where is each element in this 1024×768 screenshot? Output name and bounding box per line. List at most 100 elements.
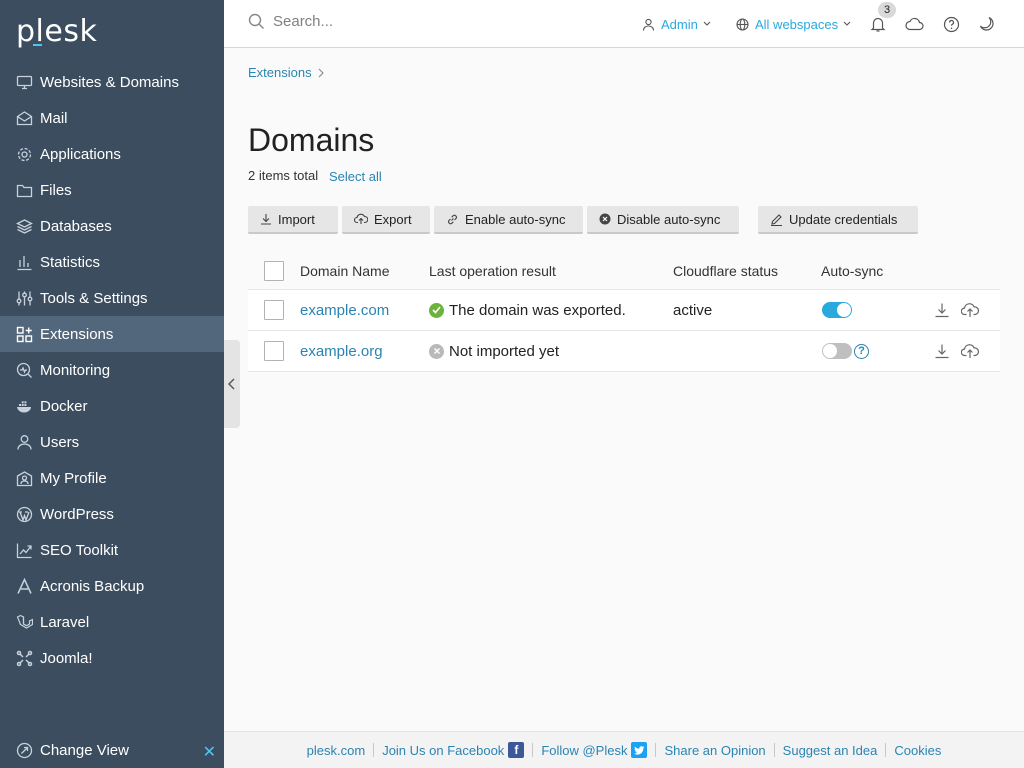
sidebar-collapse-toggle[interactable] <box>224 340 240 428</box>
wordpress-icon <box>16 506 33 523</box>
sidebar-item-joomla[interactable]: Joomla! <box>0 640 224 676</box>
footer-link-idea[interactable]: Suggest an Idea <box>783 743 878 758</box>
cloud-button[interactable] <box>904 14 924 34</box>
enable-autosync-button[interactable]: Enable auto-sync <box>434 206 583 234</box>
chevron-right-icon <box>318 68 324 77</box>
domain-link[interactable]: example.org <box>300 331 383 371</box>
sidebar-item-label: Mail <box>40 109 68 127</box>
cloudflare-status: active <box>673 301 713 319</box>
last-operation-cell: The domain was exported. <box>429 290 626 330</box>
sidebar-item-label: SEO Toolkit <box>40 541 119 559</box>
sidebar-item-label: Laravel <box>40 613 90 631</box>
sidebar-item-databases[interactable]: Databases <box>0 208 224 244</box>
sidebar-item-label: Docker <box>40 397 88 415</box>
admin-menu[interactable]: Admin <box>642 0 711 48</box>
autosync-toggle[interactable] <box>822 302 852 318</box>
sidebar-item-label: Users <box>40 433 80 451</box>
sidebar-item-seo-toolkit[interactable]: SEO Toolkit <box>0 532 224 568</box>
row-checkbox[interactable] <box>264 341 284 361</box>
webspaces-menu[interactable]: All webspaces <box>736 0 851 48</box>
breadcrumb-link-extensions[interactable]: Extensions <box>248 65 312 80</box>
sidebar-item-users[interactable]: Users <box>0 424 224 460</box>
download-icon <box>935 303 949 318</box>
sidebar-item-my-profile[interactable]: My Profile <box>0 460 224 496</box>
table-row: example.org Not imported yet ? <box>248 331 1000 372</box>
row-export-action[interactable] <box>961 331 979 371</box>
row-import-action[interactable] <box>934 331 950 371</box>
sidebar-item-tools-settings[interactable]: Tools & Settings <box>0 280 224 316</box>
search-box[interactable] <box>248 13 573 30</box>
page-title: Domains <box>248 122 375 158</box>
footer-divider <box>773 743 775 757</box>
user-icon <box>642 18 655 31</box>
footer-link-opinion[interactable]: Share an Opinion <box>664 743 765 758</box>
facebook-label: Join Us on Facebook <box>382 742 505 758</box>
joomla-icon <box>16 650 33 667</box>
autosync-cell: ? <box>822 331 869 371</box>
update-credentials-button[interactable]: Update credentials <box>758 206 918 234</box>
sidebar-item-monitoring[interactable]: Monitoring <box>0 352 224 388</box>
sidebar-item-websites-domains[interactable]: Websites & Domains <box>0 64 224 100</box>
header-domain-name[interactable]: Domain Name <box>300 252 389 289</box>
row-import-action[interactable] <box>934 290 950 330</box>
table-header: Domain Name Last operation result Cloudf… <box>248 252 1000 290</box>
upload-cloud-icon <box>354 213 368 224</box>
breadcrumb: Extensions <box>248 65 324 80</box>
autosync-toggle[interactable] <box>822 343 852 359</box>
select-all-link[interactable]: Select all <box>329 169 382 184</box>
mail-icon <box>16 110 33 127</box>
seo-icon <box>16 542 33 559</box>
change-view-button[interactable]: Change View ✕ <box>16 732 216 768</box>
enable-autosync-label: Enable auto-sync <box>465 211 566 227</box>
sidebar-item-acronis-backup[interactable]: Acronis Backup <box>0 568 224 604</box>
moon-icon <box>979 16 994 31</box>
header-last-operation[interactable]: Last operation result <box>429 252 556 289</box>
notifications-badge: 3 <box>878 2 896 18</box>
update-credentials-label: Update credentials <box>789 211 898 227</box>
close-icon[interactable]: ✕ <box>203 742 216 762</box>
sidebar-nav: Websites & Domains Mail Applications Fil… <box>0 64 224 676</box>
domain-link[interactable]: example.com <box>300 290 389 330</box>
last-operation-text: Not imported yet <box>449 342 560 360</box>
select-all-checkbox[interactable] <box>264 260 284 281</box>
chevron-down-icon <box>843 21 851 26</box>
disable-autosync-button[interactable]: Disable auto-sync <box>587 206 739 234</box>
dark-mode-toggle[interactable] <box>977 14 997 34</box>
docker-icon <box>16 398 33 415</box>
sidebar-item-wordpress[interactable]: WordPress <box>0 496 224 532</box>
monitoring-icon <box>16 362 33 379</box>
import-label: Import <box>278 211 315 227</box>
download-icon <box>935 344 949 359</box>
search-input[interactable] <box>273 13 573 30</box>
sidebar-item-docker[interactable]: Docker <box>0 388 224 424</box>
footer-link-cookies[interactable]: Cookies <box>894 743 941 758</box>
top-bar: Admin All webspaces 3 <box>224 0 1024 48</box>
select-all-checkbox-cell <box>264 252 284 289</box>
autosync-cell <box>822 290 852 330</box>
sidebar-item-statistics[interactable]: Statistics <box>0 244 224 280</box>
sidebar-item-applications[interactable]: Applications <box>0 136 224 172</box>
footer-link-plesk[interactable]: plesk.com <box>307 743 366 758</box>
header-cloudflare-status[interactable]: Cloudflare status <box>673 252 778 289</box>
row-export-action[interactable] <box>961 290 979 330</box>
twitter-icon <box>631 742 648 758</box>
sidebar-item-extensions[interactable]: Extensions <box>0 316 224 352</box>
disable-autosync-label: Disable auto-sync <box>617 211 721 227</box>
help-icon[interactable]: ? <box>854 343 869 359</box>
import-button[interactable]: Import <box>248 206 338 234</box>
sidebar-item-mail[interactable]: Mail <box>0 100 224 136</box>
footer-link-twitter[interactable]: Follow @Plesk <box>541 742 648 758</box>
chevron-down-icon <box>703 21 711 26</box>
help-button[interactable] <box>941 14 961 34</box>
sidebar-item-label: Statistics <box>40 253 101 271</box>
row-checkbox[interactable] <box>264 300 284 320</box>
profile-icon <box>16 470 33 487</box>
export-button[interactable]: Export <box>342 206 430 234</box>
sidebar-item-laravel[interactable]: Laravel <box>0 604 224 640</box>
sidebar-item-files[interactable]: Files <box>0 172 224 208</box>
footer-divider <box>885 743 887 757</box>
footer-link-facebook[interactable]: Join Us on Facebook f <box>382 742 525 758</box>
plesk-logo[interactable]: plesk <box>16 14 97 49</box>
header-auto-sync[interactable]: Auto-sync <box>821 252 883 289</box>
close-circle-icon <box>599 213 611 225</box>
